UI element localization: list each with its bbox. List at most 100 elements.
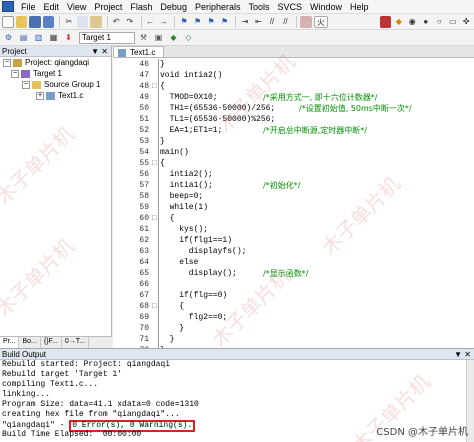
unindent-icon[interactable]: ⇤: [253, 16, 265, 28]
next-bookmark-icon[interactable]: ⚑: [205, 16, 217, 28]
menu-view[interactable]: View: [63, 2, 90, 12]
nav-forward-icon[interactable]: →: [158, 16, 170, 28]
manage-project-icon[interactable]: ▣: [152, 32, 165, 44]
save-icon[interactable]: [29, 15, 41, 28]
disable-breakpoint-icon[interactable]: ○: [434, 16, 446, 28]
code-line[interactable]: 71 }: [113, 334, 474, 345]
menu-edit[interactable]: Edit: [40, 2, 64, 12]
bookmark-icon[interactable]: ⚑: [178, 16, 190, 28]
tree-file[interactable]: + Text1.c: [0, 90, 111, 101]
uncomment-icon[interactable]: //: [280, 16, 292, 28]
options-icon[interactable]: ⚒: [137, 32, 150, 44]
code-line[interactable]: 53}: [113, 136, 474, 147]
code-line[interactable]: 61 kys();: [113, 224, 474, 235]
code-line[interactable]: 67 if(flg==0): [113, 290, 474, 301]
expand-icon[interactable]: +: [36, 91, 44, 100]
incremental-find-icon[interactable]: ◆: [393, 16, 405, 28]
tree-project[interactable]: − Project: qiangdaqi: [0, 57, 111, 68]
menu-project[interactable]: Project: [90, 2, 126, 12]
collapse-icon[interactable]: −: [11, 69, 19, 78]
code-line[interactable]: 66: [113, 279, 474, 290]
code-line[interactable]: 69 flg2==0;: [113, 312, 474, 323]
tree-target[interactable]: − Target 1: [0, 68, 111, 79]
menu-file[interactable]: File: [17, 2, 40, 12]
code-line[interactable]: 46}: [113, 59, 474, 70]
code-line[interactable]: 48 □{: [113, 81, 474, 92]
build-icon[interactable]: ▤: [17, 32, 30, 44]
fold-toggle-icon[interactable]: □: [152, 158, 159, 169]
panel-controls[interactable]: ▼ ✕: [91, 46, 108, 57]
project-panel-tabs: Pr... Bo... {}F... 0→T...: [0, 336, 112, 348]
menu-svcs[interactable]: SVCS: [274, 2, 307, 12]
code-line[interactable]: 62 if(flg1==1): [113, 235, 474, 246]
editor-tab-text1[interactable]: Text1.c: [113, 46, 165, 57]
nav-back-icon[interactable]: ←: [144, 16, 156, 28]
clear-bookmarks-icon[interactable]: ⚑: [219, 16, 231, 28]
code-line[interactable]: 58 beep=0;: [113, 191, 474, 202]
code-line[interactable]: 56 intia2();: [113, 169, 474, 180]
collapse-icon[interactable]: −: [3, 58, 11, 67]
code-line[interactable]: 63 displayfs();: [113, 246, 474, 257]
code-line[interactable]: 64 else: [113, 257, 474, 268]
rebuild-icon[interactable]: ▥: [32, 32, 45, 44]
code-line[interactable]: 54 main(): [113, 147, 474, 158]
line-number: 60: [139, 214, 149, 223]
code-line[interactable]: 59 while(1): [113, 202, 474, 213]
new-file-icon[interactable]: [2, 15, 14, 28]
tab-books[interactable]: Bo...: [19, 337, 41, 348]
code-line[interactable]: 52 EA=1;ET1=1; /*开启总中断源,定时器中断*/: [113, 125, 474, 136]
code-line[interactable]: 57 intia1(); /*初始化*/: [113, 180, 474, 191]
prev-bookmark-icon[interactable]: ⚑: [192, 16, 204, 28]
menu-debug[interactable]: Debug: [156, 2, 191, 12]
window-icon[interactable]: ▭: [447, 16, 459, 28]
pack-installer-icon[interactable]: ◆: [167, 32, 180, 44]
redo-icon[interactable]: ↷: [124, 16, 136, 28]
code-line[interactable]: 68 □ {: [113, 301, 474, 312]
translate-icon[interactable]: ⚙: [2, 32, 15, 44]
debug-session-icon[interactable]: ◉: [407, 16, 419, 28]
collapse-icon[interactable]: −: [22, 80, 30, 89]
panel-controls[interactable]: ▼ ✕: [454, 349, 471, 360]
load-icon[interactable]: ⬇: [62, 32, 75, 44]
code-line[interactable]: 70 }: [113, 323, 474, 334]
code-line[interactable]: 47 void intia2(): [113, 70, 474, 81]
run-time-env-icon[interactable]: ◇: [182, 32, 195, 44]
fold-toggle-icon[interactable]: □: [152, 301, 159, 312]
copy-icon[interactable]: [76, 15, 89, 28]
menu-bar: File Edit View Project Flash Debug Perip…: [0, 0, 474, 14]
fold-toggle-icon[interactable]: □: [152, 213, 159, 224]
tree-group[interactable]: − Source Group 1: [0, 79, 111, 90]
batch-build-icon[interactable]: ▦: [47, 32, 60, 44]
code-line[interactable]: 50 TH1=(65536-50000)/256; /*设置初始值, 50ms中断…: [113, 103, 474, 114]
find-icon[interactable]: [379, 15, 392, 28]
code-line[interactable]: 51 TL1=(65536-50000)%256;: [113, 114, 474, 125]
indent-icon[interactable]: ⇥: [239, 16, 251, 28]
code-line[interactable]: 49 TMOD=0X10; /*采用方式一, 即十六位计数器*/: [113, 92, 474, 103]
config-icon[interactable]: ✜: [461, 16, 473, 28]
undo-icon[interactable]: ↶: [111, 16, 123, 28]
menu-tools[interactable]: Tools: [244, 2, 273, 12]
tab-functions[interactable]: {}F...: [41, 337, 62, 348]
breakpoint-icon[interactable]: ●: [420, 16, 432, 28]
code-area[interactable]: 46} 47 void intia2() 48 □{49 TMOD=0X10;/*采用方…: [113, 59, 474, 348]
find-text[interactable]: 火: [313, 15, 328, 28]
tab-templates[interactable]: 0→T...: [62, 337, 90, 348]
line-number: 67: [139, 291, 149, 300]
menu-peripherals[interactable]: Peripherals: [191, 2, 245, 12]
code-comment: /*开启总中断源,定时器中断*/: [263, 126, 367, 135]
menu-flash[interactable]: Flash: [126, 2, 156, 12]
paste-icon[interactable]: [90, 15, 102, 28]
cut-icon[interactable]: ✂: [63, 16, 75, 28]
code-line[interactable]: 65 display(); /*显示函数*/: [113, 268, 474, 279]
target-select[interactable]: Target 1: [79, 31, 135, 44]
code-line[interactable]: 60 □ {: [113, 213, 474, 224]
fold-toggle-icon[interactable]: □: [152, 81, 159, 92]
comment-icon[interactable]: //: [266, 16, 278, 28]
tab-project[interactable]: Pr...: [0, 337, 20, 348]
menu-help[interactable]: Help: [346, 2, 373, 12]
code-line[interactable]: 55 □{: [113, 158, 474, 169]
open-folder-icon[interactable]: [15, 15, 28, 28]
find-in-files-icon[interactable]: [300, 15, 312, 28]
save-all-icon[interactable]: [42, 15, 55, 28]
menu-window[interactable]: Window: [306, 2, 346, 12]
